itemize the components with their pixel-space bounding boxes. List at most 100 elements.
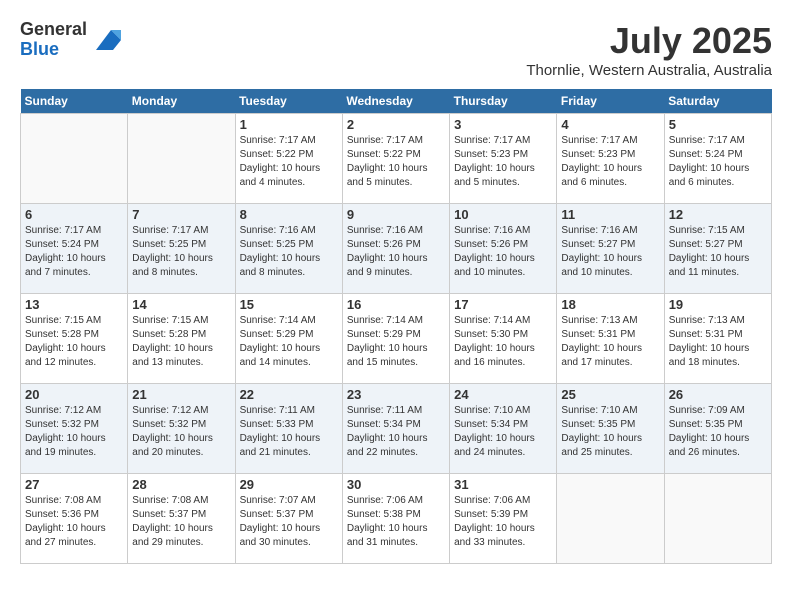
day-number: 30 [347,477,445,492]
day-info: Sunrise: 7:08 AM Sunset: 5:37 PM Dayligh… [132,494,230,550]
day-info: Sunrise: 7:13 AM Sunset: 5:31 PM Dayligh… [561,314,659,370]
day-number: 2 [347,117,445,132]
day-info: Sunrise: 7:12 AM Sunset: 5:32 PM Dayligh… [132,404,230,460]
day-number: 18 [561,297,659,312]
calendar-cell: 3Sunrise: 7:17 AM Sunset: 5:23 PM Daylig… [450,114,557,204]
calendar-cell: 7Sunrise: 7:17 AM Sunset: 5:25 PM Daylig… [128,204,235,294]
calendar-cell: 9 Sunrise: 7:16 AM Sunset: 5:26 PM Daylig… [342,204,449,294]
calendar-cell: 25 Sunrise: 7:10 AM Sunset: 5:35 PM Dayli… [557,384,664,474]
calendar-week-row: 27Sunrise: 7:08 AM Sunset: 5:36 PM Dayli… [21,474,772,564]
calendar-cell: 28 Sunrise: 7:08 AM Sunset: 5:37 PM Dayli… [128,474,235,564]
day-number: 9 [347,207,445,222]
calendar-cell: 26 Sunrise: 7:09 AM Sunset: 5:35 PM Dayli… [664,384,771,474]
calendar-cell: 30 Sunrise: 7:06 AM Sunset: 5:38 PM Dayli… [342,474,449,564]
day-info: Sunrise: 7:14 AM Sunset: 5:29 PM Dayligh… [240,314,338,370]
calendar-cell: 18 Sunrise: 7:13 AM Sunset: 5:31 PM Dayli… [557,294,664,384]
logo-icon [91,25,121,55]
day-info: Sunrise: 7:17 AM Sunset: 5:22 PM Dayligh… [347,134,445,190]
logo: General Blue [20,20,121,60]
day-number: 3 [454,117,552,132]
day-number: 20 [25,387,123,402]
day-number: 26 [669,387,767,402]
day-info: Sunrise: 7:15 AM Sunset: 5:28 PM Dayligh… [25,314,123,370]
weekday-header-saturday: Saturday [664,89,771,114]
calendar-cell: 4 Sunrise: 7:17 AM Sunset: 5:23 PM Daylig… [557,114,664,204]
day-number: 11 [561,207,659,222]
calendar-cell: 5 Sunrise: 7:17 AM Sunset: 5:24 PM Daylig… [664,114,771,204]
day-number: 31 [454,477,552,492]
day-info: Sunrise: 7:17 AM Sunset: 5:24 PM Dayligh… [669,134,767,190]
day-info: Sunrise: 7:11 AM Sunset: 5:33 PM Dayligh… [240,404,338,460]
day-info: Sunrise: 7:16 AM Sunset: 5:26 PM Dayligh… [347,224,445,280]
calendar-table: SundayMondayTuesdayWednesdayThursdayFrid… [20,89,772,564]
logo-general-text: General [20,20,87,40]
weekday-header-monday: Monday [128,89,235,114]
calendar-cell [557,474,664,564]
day-info: Sunrise: 7:08 AM Sunset: 5:36 PM Dayligh… [25,494,123,550]
month-year-title: July 2025 [526,20,772,62]
day-info: Sunrise: 7:12 AM Sunset: 5:32 PM Dayligh… [25,404,123,460]
weekday-header-sunday: Sunday [21,89,128,114]
calendar-cell: 2 Sunrise: 7:17 AM Sunset: 5:22 PM Daylig… [342,114,449,204]
day-info: Sunrise: 7:10 AM Sunset: 5:34 PM Dayligh… [454,404,552,460]
day-number: 10 [454,207,552,222]
calendar-cell: 19 Sunrise: 7:13 AM Sunset: 5:31 PM Dayli… [664,294,771,384]
weekday-header-friday: Friday [557,89,664,114]
calendar-cell: 15 Sunrise: 7:14 AM Sunset: 5:29 PM Dayli… [235,294,342,384]
calendar-cell: 10 Sunrise: 7:16 AM Sunset: 5:26 PM Dayli… [450,204,557,294]
day-number: 29 [240,477,338,492]
day-info: Sunrise: 7:15 AM Sunset: 5:28 PM Dayligh… [132,314,230,370]
weekday-header-wednesday: Wednesday [342,89,449,114]
calendar-cell: 13Sunrise: 7:15 AM Sunset: 5:28 PM Dayli… [21,294,128,384]
calendar-cell: 22 Sunrise: 7:11 AM Sunset: 5:33 PM Dayli… [235,384,342,474]
day-number: 14 [132,297,230,312]
day-info: Sunrise: 7:17 AM Sunset: 5:23 PM Dayligh… [561,134,659,190]
day-info: Sunrise: 7:14 AM Sunset: 5:29 PM Dayligh… [347,314,445,370]
calendar-cell: 24 Sunrise: 7:10 AM Sunset: 5:34 PM Dayli… [450,384,557,474]
calendar-cell: 6Sunrise: 7:17 AM Sunset: 5:24 PM Daylig… [21,204,128,294]
calendar-cell [128,114,235,204]
calendar-cell: 1Sunrise: 7:17 AM Sunset: 5:22 PM Daylig… [235,114,342,204]
day-info: Sunrise: 7:16 AM Sunset: 5:27 PM Dayligh… [561,224,659,280]
weekday-header-thursday: Thursday [450,89,557,114]
calendar-week-row: 6Sunrise: 7:17 AM Sunset: 5:24 PM Daylig… [21,204,772,294]
day-number: 22 [240,387,338,402]
day-number: 4 [561,117,659,132]
calendar-cell: 14 Sunrise: 7:15 AM Sunset: 5:28 PM Dayli… [128,294,235,384]
day-info: Sunrise: 7:17 AM Sunset: 5:22 PM Dayligh… [240,134,338,190]
day-number: 23 [347,387,445,402]
day-number: 8 [240,207,338,222]
day-number: 17 [454,297,552,312]
calendar-header: SundayMondayTuesdayWednesdayThursdayFrid… [21,89,772,114]
day-info: Sunrise: 7:07 AM Sunset: 5:37 PM Dayligh… [240,494,338,550]
calendar-body: 1Sunrise: 7:17 AM Sunset: 5:22 PM Daylig… [21,114,772,564]
calendar-cell: 11 Sunrise: 7:16 AM Sunset: 5:27 PM Dayli… [557,204,664,294]
location-subtitle: Thornlie, Western Australia, Australia [526,62,772,79]
weekday-header-tuesday: Tuesday [235,89,342,114]
day-info: Sunrise: 7:16 AM Sunset: 5:26 PM Dayligh… [454,224,552,280]
calendar-cell [664,474,771,564]
day-info: Sunrise: 7:13 AM Sunset: 5:31 PM Dayligh… [669,314,767,370]
calendar-week-row: 1Sunrise: 7:17 AM Sunset: 5:22 PM Daylig… [21,114,772,204]
day-info: Sunrise: 7:10 AM Sunset: 5:35 PM Dayligh… [561,404,659,460]
day-number: 16 [347,297,445,312]
day-number: 5 [669,117,767,132]
day-number: 19 [669,297,767,312]
day-number: 25 [561,387,659,402]
calendar-cell: 29 Sunrise: 7:07 AM Sunset: 5:37 PM Dayli… [235,474,342,564]
day-number: 6 [25,207,123,222]
calendar-cell: 31Sunrise: 7:06 AM Sunset: 5:39 PM Dayli… [450,474,557,564]
day-number: 15 [240,297,338,312]
calendar-week-row: 13Sunrise: 7:15 AM Sunset: 5:28 PM Dayli… [21,294,772,384]
day-number: 24 [454,387,552,402]
day-info: Sunrise: 7:06 AM Sunset: 5:38 PM Dayligh… [347,494,445,550]
calendar-week-row: 20 Sunrise: 7:12 AM Sunset: 5:32 PM Dayli… [21,384,772,474]
day-info: Sunrise: 7:16 AM Sunset: 5:25 PM Dayligh… [240,224,338,280]
calendar-cell: 17 Sunrise: 7:14 AM Sunset: 5:30 PM Dayli… [450,294,557,384]
day-info: Sunrise: 7:14 AM Sunset: 5:30 PM Dayligh… [454,314,552,370]
logo-blue-text: Blue [20,40,87,60]
day-number: 28 [132,477,230,492]
calendar-cell: 8 Sunrise: 7:16 AM Sunset: 5:25 PM Daylig… [235,204,342,294]
day-info: Sunrise: 7:09 AM Sunset: 5:35 PM Dayligh… [669,404,767,460]
weekday-header-row: SundayMondayTuesdayWednesdayThursdayFrid… [21,89,772,114]
